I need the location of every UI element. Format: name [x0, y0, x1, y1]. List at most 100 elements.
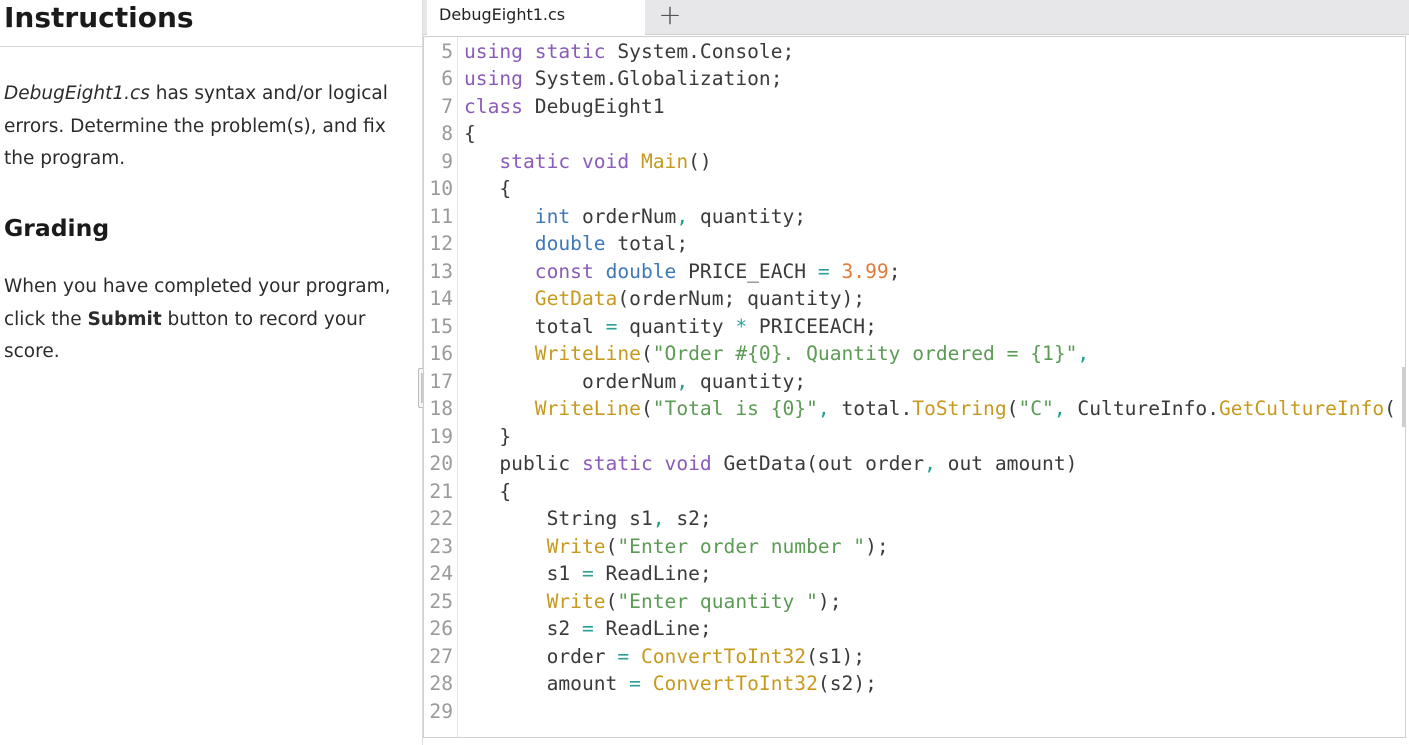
code-token: GetData [534, 287, 618, 310]
code-editor[interactable]: 5 using static System.Console; 6 using Syst… [423, 36, 1406, 738]
add-tab-icon[interactable]: + [655, 0, 685, 32]
code-line[interactable]: 25 Write("Enter quantity "); [424, 588, 1405, 616]
vertical-scrollbar[interactable] [1402, 367, 1405, 427]
code-token: (s2); [817, 672, 877, 695]
code-token: * [735, 314, 748, 338]
code-line[interactable]: 11 int orderNum, quantity; [424, 203, 1405, 231]
code-line[interactable]: 21 { [424, 478, 1405, 506]
code-token: ( [640, 342, 653, 365]
code-text[interactable]: Write("Enter quantity "); [464, 588, 842, 616]
code-token: Write [546, 534, 606, 558]
code-line[interactable]: 10 { [424, 175, 1405, 203]
code-text[interactable]: amount = ConvertToInt32(s2); [464, 670, 877, 698]
code-token: double [605, 259, 677, 283]
code-line[interactable]: 20 public static void GetData(out order,… [424, 450, 1405, 478]
code-text[interactable]: int orderNum, quantity; [464, 203, 806, 231]
code-text[interactable]: total = quantity * PRICEEACH; [464, 313, 877, 341]
code-text[interactable]: { [464, 478, 511, 506]
code-text[interactable]: public static void GetData(out order, ou… [464, 450, 1077, 478]
code-text[interactable]: using System.Globalization; [464, 65, 783, 93]
code-line[interactable]: 8{ [424, 120, 1405, 148]
code-text[interactable]: } [464, 423, 511, 451]
code-line[interactable]: 15 total = quantity * PRICEEACH; [424, 313, 1405, 341]
line-number: 7 [441, 94, 453, 118]
code-line[interactable]: 28 amount = ConvertToInt32(s2); [424, 670, 1405, 698]
code-token: "Enter quantity " [617, 589, 818, 613]
code-line[interactable]: 9 static void Main() [424, 148, 1405, 176]
code-line[interactable]: 5 using static System.Console; [424, 38, 1405, 66]
code-text[interactable]: using static System.Console; [464, 38, 794, 66]
line-number: 5 [441, 39, 453, 63]
code-text[interactable]: double total; [464, 230, 688, 258]
code-line[interactable]: 13 const double PRICE_EACH = 3.99; [424, 258, 1405, 286]
line-number: 9 [441, 149, 453, 173]
code-line[interactable]: 24 s1 = ReadLine; [424, 560, 1405, 588]
code-token: orderNum [570, 204, 677, 228]
code-token: ); [865, 534, 889, 558]
code-line[interactable]: 18 WriteLine("Total is {0}", total.ToStr… [424, 395, 1405, 423]
code-text[interactable]: s2 = ReadLine; [464, 615, 712, 643]
code-token: orderNum [464, 369, 677, 393]
code-line[interactable]: 16 WriteLine("Order #{0}. Quantity order… [424, 340, 1405, 368]
code-token: ); [817, 589, 842, 613]
title-divider [0, 46, 422, 47]
code-token: ReadLine; [593, 562, 712, 585]
line-number: 18 [429, 397, 453, 420]
line-number: 28 [429, 672, 453, 695]
code-token: class [464, 94, 523, 118]
code-token: = [581, 617, 594, 640]
submit-reference: Submit [87, 308, 162, 330]
code-token: System.Globalization; [522, 67, 783, 90]
editor-tab-bar: DebugEight1.cs + [423, 0, 1409, 35]
code-text[interactable]: orderNum, quantity; [464, 368, 806, 396]
code-token: s1 [464, 562, 582, 585]
code-text[interactable]: WriteLine("Total is {0}", total.ToString… [464, 395, 1396, 423]
code-token: () [688, 149, 712, 173]
code-line[interactable]: 19 } [424, 423, 1405, 451]
code-text[interactable]: const double PRICE_EACH = 3.99; [464, 258, 901, 286]
code-token: (orderNum; quantity); [617, 287, 866, 310]
tab-debugeight1-cs[interactable]: DebugEight1.cs [427, 0, 645, 35]
code-text[interactable]: s1 = ReadLine; [464, 560, 712, 588]
code-token: 3.99 [841, 259, 889, 283]
code-text[interactable]: GetData(orderNum; quantity); [464, 285, 865, 313]
code-text[interactable]: String s1, s2; [464, 505, 712, 533]
code-text[interactable]: static void Main() [464, 148, 712, 176]
line-number: 14 [429, 287, 453, 310]
code-text[interactable]: class DebugEight1 [464, 93, 665, 121]
code-line[interactable]: 22 String s1, s2; [424, 505, 1405, 533]
code-token: using [464, 67, 523, 90]
code-text[interactable]: { [464, 175, 511, 203]
code-text[interactable]: { [464, 120, 476, 148]
code-line[interactable]: 17 orderNum, quantity; [424, 368, 1405, 396]
code-line[interactable]: 23 Write("Enter order number "); [424, 533, 1405, 561]
code-token: void [581, 149, 630, 173]
code-token: "Enter order number " [617, 534, 866, 558]
code-line[interactable]: 7 class DebugEight1 [424, 93, 1405, 121]
code-token: , [1077, 342, 1090, 365]
code-line[interactable]: 14 GetData(orderNum; quantity); [424, 285, 1405, 313]
code-token: amount [464, 672, 630, 695]
code-line[interactable]: 26 s2 = ReadLine; [424, 615, 1405, 643]
code-line[interactable]: 6 using System.Globalization; [424, 65, 1405, 93]
code-text[interactable]: order = ConvertToInt32(s1); [464, 643, 866, 671]
code-token: , [676, 204, 689, 228]
code-token: = [617, 644, 630, 668]
code-token: ( [1006, 397, 1019, 420]
code-line[interactable]: 27 order = ConvertToInt32(s1); [424, 643, 1405, 671]
code-text[interactable]: WriteLine("Order #{0}. Quantity ordered … [464, 340, 1089, 368]
code-token: { [464, 122, 476, 145]
code-token: int [534, 204, 571, 228]
code-line[interactable]: 29 [424, 698, 1405, 726]
code-token: ( [605, 534, 618, 558]
line-number: 12 [429, 232, 453, 255]
code-text[interactable]: Write("Enter order number "); [464, 533, 889, 561]
code-line[interactable]: 12 double total; [424, 230, 1405, 258]
code-token: static [534, 39, 606, 63]
